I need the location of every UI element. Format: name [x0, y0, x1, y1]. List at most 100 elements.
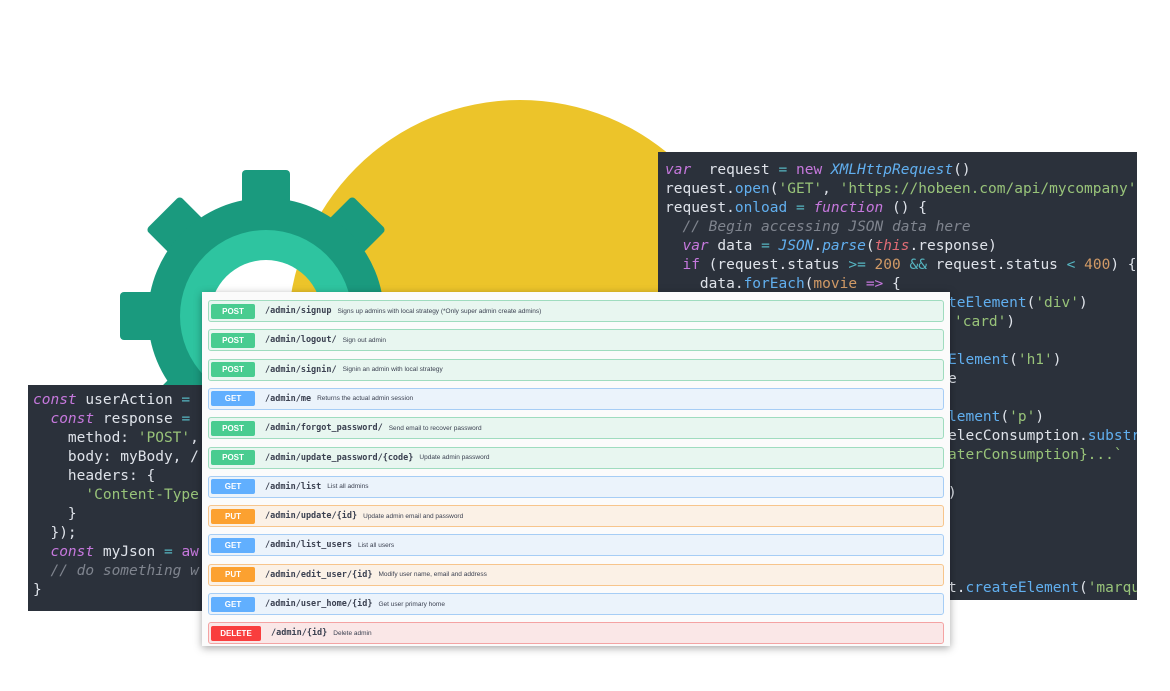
endpoint-row-get[interactable]: GET/admin/user_home/{id} Get user primary…: [208, 593, 944, 615]
code-token: Element: [948, 352, 1010, 368]
code-token: lement: [948, 409, 1001, 425]
method-badge: POST: [211, 362, 255, 378]
code-token: 'h1': [1017, 352, 1053, 368]
code-token: =: [181, 411, 191, 427]
endpoint-path: /admin/signin/: [265, 364, 337, 375]
code-token: (: [1000, 409, 1010, 425]
method-badge: POST: [211, 420, 255, 436]
code-token: 'GET': [778, 181, 823, 197]
endpoint-row-get[interactable]: GET/admin/list_users List all users: [208, 534, 944, 557]
code-line: });: [33, 524, 76, 543]
code-token: (: [1009, 352, 1018, 368]
code-token: request: [691, 162, 779, 178]
code-line: var request = new XMLHttpRequest(): [665, 161, 971, 180]
endpoint-path: /admin/logout/: [265, 335, 337, 346]
endpoint-description: Returns the actual admin session: [317, 395, 414, 403]
code-token: var: [665, 162, 692, 178]
code-token: (: [1026, 295, 1036, 311]
code-line: method: 'POST',: [33, 429, 199, 448]
endpoint-path: /admin/update/{id}: [265, 511, 358, 522]
endpoint-path: /admin/{id}: [271, 628, 328, 639]
code-token: teElement: [948, 295, 1027, 311]
code-token: const: [33, 392, 77, 408]
code-token: open: [734, 181, 770, 197]
endpoint-description: Signin an admin with local strategy: [342, 366, 443, 374]
code-line: lement('p'): [948, 408, 1044, 427]
code-token: 'POST': [137, 430, 191, 446]
code-token: 'p': [1009, 409, 1036, 425]
code-token: const: [50, 411, 95, 427]
code-line: request.open('GET', 'https://hobeen.com/…: [665, 180, 1136, 199]
endpoint-row-post[interactable]: POST/admin/signin/Signin an admin with l…: [208, 358, 944, 381]
code-token: aw: [181, 544, 199, 560]
method-badge: PUT: [211, 508, 255, 524]
code-line: t.createElement('marqu: [948, 579, 1137, 598]
code-token: elecConsumption.: [948, 428, 1088, 444]
code-token: (: [769, 181, 779, 197]
endpoint-description: Send email to recover password: [388, 424, 482, 432]
endpoint-path: /admin/list: [265, 481, 322, 492]
endpoint-description: Sign out admin: [342, 336, 387, 344]
endpoint-path: /admin/me: [265, 393, 312, 404]
method-badge: GET: [211, 596, 255, 612]
code-token: createElement: [965, 580, 1079, 596]
endpoint-row-post[interactable]: POST/admin/update_password/{code} Update …: [208, 446, 944, 469]
code-token: .: [813, 238, 823, 254]
endpoint-row-post[interactable]: POST/admin/forgot_password/Send email to…: [208, 417, 944, 440]
method-badge: POST: [211, 450, 255, 465]
code-token: =: [795, 200, 805, 216]
endpoint-row-put[interactable]: PUT/admin/edit_user/{id} Modify user name…: [208, 563, 944, 586]
code-token: request.status: [926, 257, 1067, 273]
method-badge: POST: [211, 332, 255, 348]
code-token: t.: [948, 580, 966, 596]
endpoint-description: Update admin email and password: [363, 512, 464, 520]
code-line: var data = JSON.parse(this.response): [665, 237, 996, 256]
code-panel-fetch: const userAction = const response = meth…: [28, 385, 208, 611]
endpoint-row-get[interactable]: GET/admin/list List all admins: [208, 475, 944, 498]
code-token: userAction: [76, 392, 182, 408]
endpoint-row-put[interactable]: PUT/admin/update/{id} Update admin email …: [208, 505, 944, 528]
code-token: body: myBody, /: [33, 449, 199, 465]
code-line: // Begin accessing JSON data here: [665, 218, 970, 237]
method-badge: POST: [211, 303, 255, 319]
code-token: substr: [1087, 428, 1137, 444]
endpoint-path: /admin/list_users: [265, 540, 352, 551]
code-line: const response =: [33, 410, 190, 429]
code-token: myJson: [94, 544, 164, 560]
code-line: }: [33, 505, 77, 524]
code-token: }: [33, 582, 42, 598]
code-token: ): [1052, 352, 1062, 368]
code-token: 'https://hobeen.com/api/mycompany': [839, 181, 1137, 197]
endpoint-path: /admin/edit_user/{id}: [265, 569, 373, 580]
code-token: =: [163, 544, 173, 560]
code-token: (request.status: [699, 257, 849, 273]
code-token: =: [778, 162, 788, 178]
endpoint-description: Modify user name, email and address: [378, 571, 487, 579]
code-token: request.: [665, 200, 735, 216]
code-token: JSON: [778, 238, 814, 254]
endpoint-row-post[interactable]: POST/admin/logout/Sign out admin: [208, 329, 944, 352]
code-token: 'div': [1035, 295, 1079, 311]
endpoint-description: Get user primary home: [378, 600, 445, 608]
code-line: Element('h1'): [948, 351, 1062, 370]
endpoint-row-post[interactable]: POST/admin/signup Signs up admins with lo…: [208, 300, 944, 322]
code-token: =: [181, 392, 191, 408]
code-token: data: [708, 238, 762, 254]
endpoint-row-get[interactable]: GET/admin/me Returns the actual admin ses…: [208, 387, 944, 410]
code-line: request.onload = function () {: [665, 199, 927, 218]
code-token: 'marqu: [1087, 580, 1137, 596]
endpoint-row-delete[interactable]: DELETE/admin/{id} Delete admin: [208, 622, 944, 645]
endpoint-description: List all admins: [327, 483, 369, 491]
code-line: teElement('div'): [948, 294, 1088, 313]
code-token: 'Content-Type: [85, 487, 199, 503]
code-token: (): [953, 162, 971, 178]
code-token: =>: [865, 276, 884, 292]
code-token: (: [865, 238, 875, 254]
